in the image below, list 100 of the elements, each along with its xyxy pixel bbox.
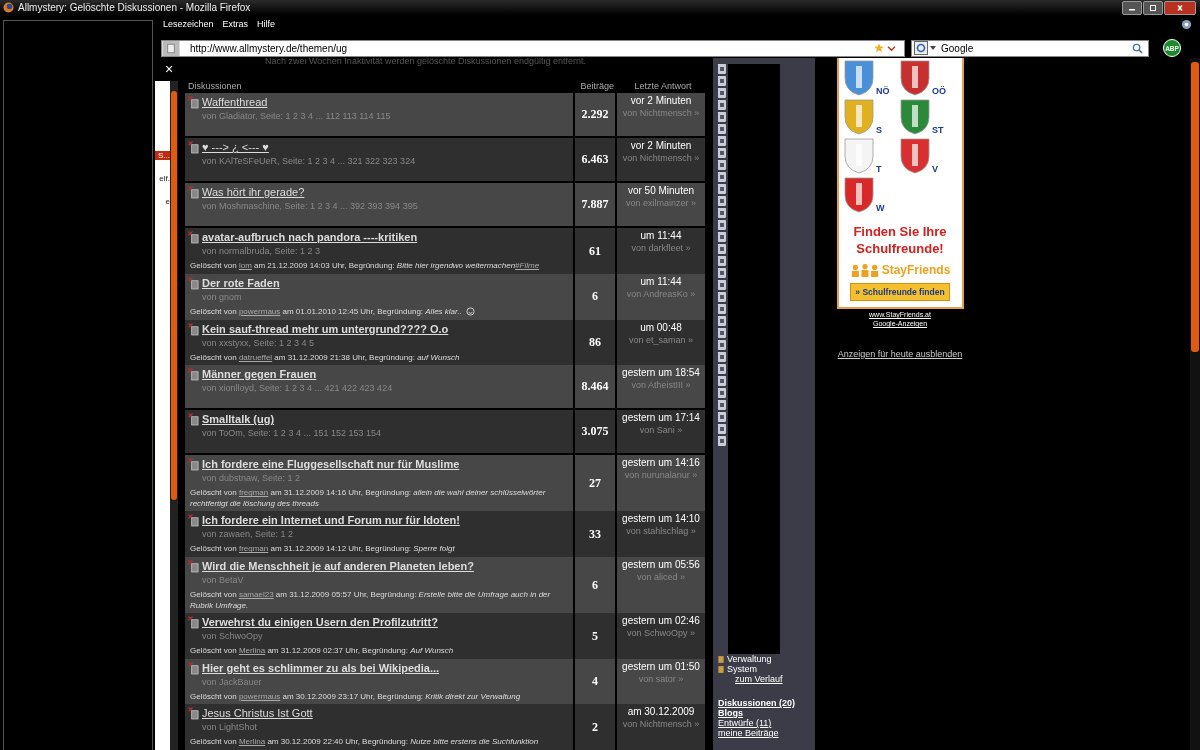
last-reply-time: vor 2 Minuten (630, 140, 692, 152)
nav-link[interactable]: Diskussionen (20) (718, 698, 796, 708)
last-reply-author[interactable]: von stahlschlag » (626, 526, 696, 537)
user-link[interactable]: powermaus (238, 691, 281, 701)
sidebar-item[interactable]: elf. (159, 174, 170, 183)
window-title: Allmystery: Gelöschte Diskussionen - Mozilla Firefox (18, 2, 251, 13)
nav-icon[interactable] (718, 424, 726, 434)
thread-title-link[interactable]: Hier geht es schlimmer zu als bei Wikipedia... (202, 661, 521, 674)
user-link[interactable]: fregman (238, 488, 269, 498)
last-reply-author[interactable]: von Nichtmensch » (622, 153, 700, 164)
user-link[interactable]: lom (238, 261, 252, 271)
close-icon[interactable]: × (161, 61, 177, 77)
nav-icon[interactable] (718, 196, 726, 206)
nav-icon[interactable] (718, 124, 726, 134)
sidebar-item[interactable]: e (165, 197, 170, 206)
nav-icon[interactable] (718, 172, 726, 182)
thread-title-link[interactable]: Ich fordere eine Fluggesellschaft nur für Muslime (202, 458, 569, 471)
nav-icon[interactable] (718, 352, 726, 362)
nav-icon[interactable] (718, 136, 726, 146)
deletion-note: Gelöscht von powermaus am 01.01.2010 12:45 Uhr, Begründung: Alles klar.. (190, 305, 475, 317)
nav-icon[interactable] (718, 256, 726, 266)
address-bar[interactable]: http://www.allmystery.de/themen/ug (161, 39, 905, 57)
maximize-button[interactable] (1143, 0, 1163, 15)
thread-title-link[interactable]: Ich fordere ein Internet und Forum nur für Idoten! (202, 514, 460, 527)
nav-icon[interactable] (718, 148, 726, 158)
user-link[interactable]: samael23 (238, 589, 274, 599)
thread-title-link[interactable]: Jesus Christus Ist Gott (202, 707, 539, 720)
thread-title-link[interactable]: Der rote Faden (202, 276, 475, 289)
nav-icon[interactable] (718, 220, 726, 230)
nav-icon[interactable] (718, 340, 726, 350)
nav-icon[interactable] (718, 436, 726, 446)
post-count: 86 (575, 319, 615, 366)
thread-title-link[interactable]: Männer gegen Frauen (202, 368, 393, 381)
nav-link[interactable]: Blogs (718, 708, 743, 718)
nav-icon[interactable] (718, 376, 726, 386)
search-icon[interactable] (1132, 42, 1143, 54)
last-reply-author[interactable]: von Nichtmensch » (622, 719, 700, 730)
nav-icon[interactable] (718, 292, 726, 302)
menu-item[interactable]: Hilfe (257, 19, 276, 29)
nav-item[interactable]: System (727, 664, 757, 674)
nav-icon[interactable] (718, 100, 726, 110)
search-engine-icon[interactable] (914, 41, 938, 55)
thread-title-link[interactable]: Wird die Menschheit je auf anderen Planeten leben? (202, 559, 569, 572)
nav-icon[interactable] (718, 232, 726, 242)
thread-title-link[interactable]: Smalltalk (ug) (202, 413, 381, 426)
menu-item[interactable]: Lesezeichen (163, 19, 214, 29)
deleted-thread-icon (188, 231, 199, 245)
nav-icon[interactable] (718, 316, 726, 326)
user-link[interactable]: datrueffel (238, 352, 273, 362)
user-link[interactable]: powermaus (238, 306, 281, 316)
sidebar-item[interactable]: S... (155, 151, 170, 160)
nav-link[interactable]: Entwürfe (11) (718, 718, 772, 728)
nav-item[interactable]: Verwaltung (727, 654, 772, 664)
nav-icon[interactable] (718, 268, 726, 278)
user-link[interactable]: Merlina (238, 646, 266, 656)
star-icon[interactable] (874, 43, 884, 53)
nav-icon[interactable] (718, 112, 726, 122)
nav-icon[interactable] (718, 244, 726, 254)
last-reply-time: um 00:48 (640, 321, 682, 333)
thread-title-link[interactable]: Was hört ihr gerade? (202, 186, 418, 199)
nav-icon[interactable] (718, 328, 726, 338)
thread-title-link[interactable]: Verwehrst du einigen Usern den Profilzutritt? (202, 616, 454, 629)
last-reply-author[interactable]: von Sani » (639, 425, 683, 436)
search-field[interactable]: Google (911, 39, 1149, 57)
menu-item[interactable]: Extras (222, 19, 249, 29)
nav-icon[interactable] (718, 412, 726, 422)
user-link[interactable]: Merlina (238, 737, 266, 747)
thread-title-link[interactable]: Waffenthread (202, 96, 391, 109)
scrollbar[interactable] (1190, 58, 1200, 750)
thread-title-link[interactable]: avatar-aufbruch nach pandora ----kritiken (202, 231, 540, 244)
nav-icon[interactable] (718, 388, 726, 398)
brand-name: StayFriends (881, 263, 951, 277)
region-label: ST (932, 125, 944, 135)
nav-icon[interactable] (718, 304, 726, 314)
nav-link[interactable]: meine Beiträge (718, 728, 779, 738)
nav-icon[interactable] (718, 88, 726, 98)
minimize-button[interactable] (1122, 0, 1142, 15)
nav-icon[interactable] (718, 280, 726, 290)
deletion-note: Gelöscht von Merlina am 31.12.2009 02:37 Uhr, Begründung: Auf Wunsch (190, 645, 454, 657)
caret-icon[interactable] (887, 44, 896, 52)
hide-ads-link[interactable]: Anzeigen für heute ausblenden (837, 349, 963, 359)
ad-button[interactable]: » Schulfreunde finden (850, 283, 950, 301)
nav-icon[interactable] (718, 364, 726, 374)
nav-icon[interactable] (718, 184, 726, 194)
nav-icon[interactable] (718, 76, 726, 86)
nav-icon[interactable] (718, 400, 726, 410)
nav-icon[interactable] (718, 64, 726, 74)
history-link[interactable]: zum Verlauf (735, 674, 815, 684)
nav-icon[interactable] (718, 160, 726, 170)
ad-banner[interactable]: NÖ OÖ S ST T V W Finden Sie Ihre Schulfreunde! StayFriends » Schulfreunde finden (836, 58, 964, 309)
tag-link[interactable]: #Filme (515, 261, 540, 271)
thread-title-link[interactable]: ♥ ---> ¿ <--- ♥ (202, 141, 416, 154)
last-reply-author[interactable]: von et_saman » (628, 334, 693, 345)
thread-title-link[interactable]: Kein sauf-thread mehr um untergrund???? O.o (202, 322, 460, 335)
last-reply-author[interactable]: von SchwoOpy » (626, 628, 695, 639)
nav-icon[interactable] (718, 208, 726, 218)
last-reply-author[interactable]: von darkfleet » (631, 243, 691, 254)
scrollbar[interactable] (170, 81, 178, 750)
user-link[interactable]: fregman (238, 544, 269, 554)
close-button[interactable] (1164, 0, 1196, 15)
